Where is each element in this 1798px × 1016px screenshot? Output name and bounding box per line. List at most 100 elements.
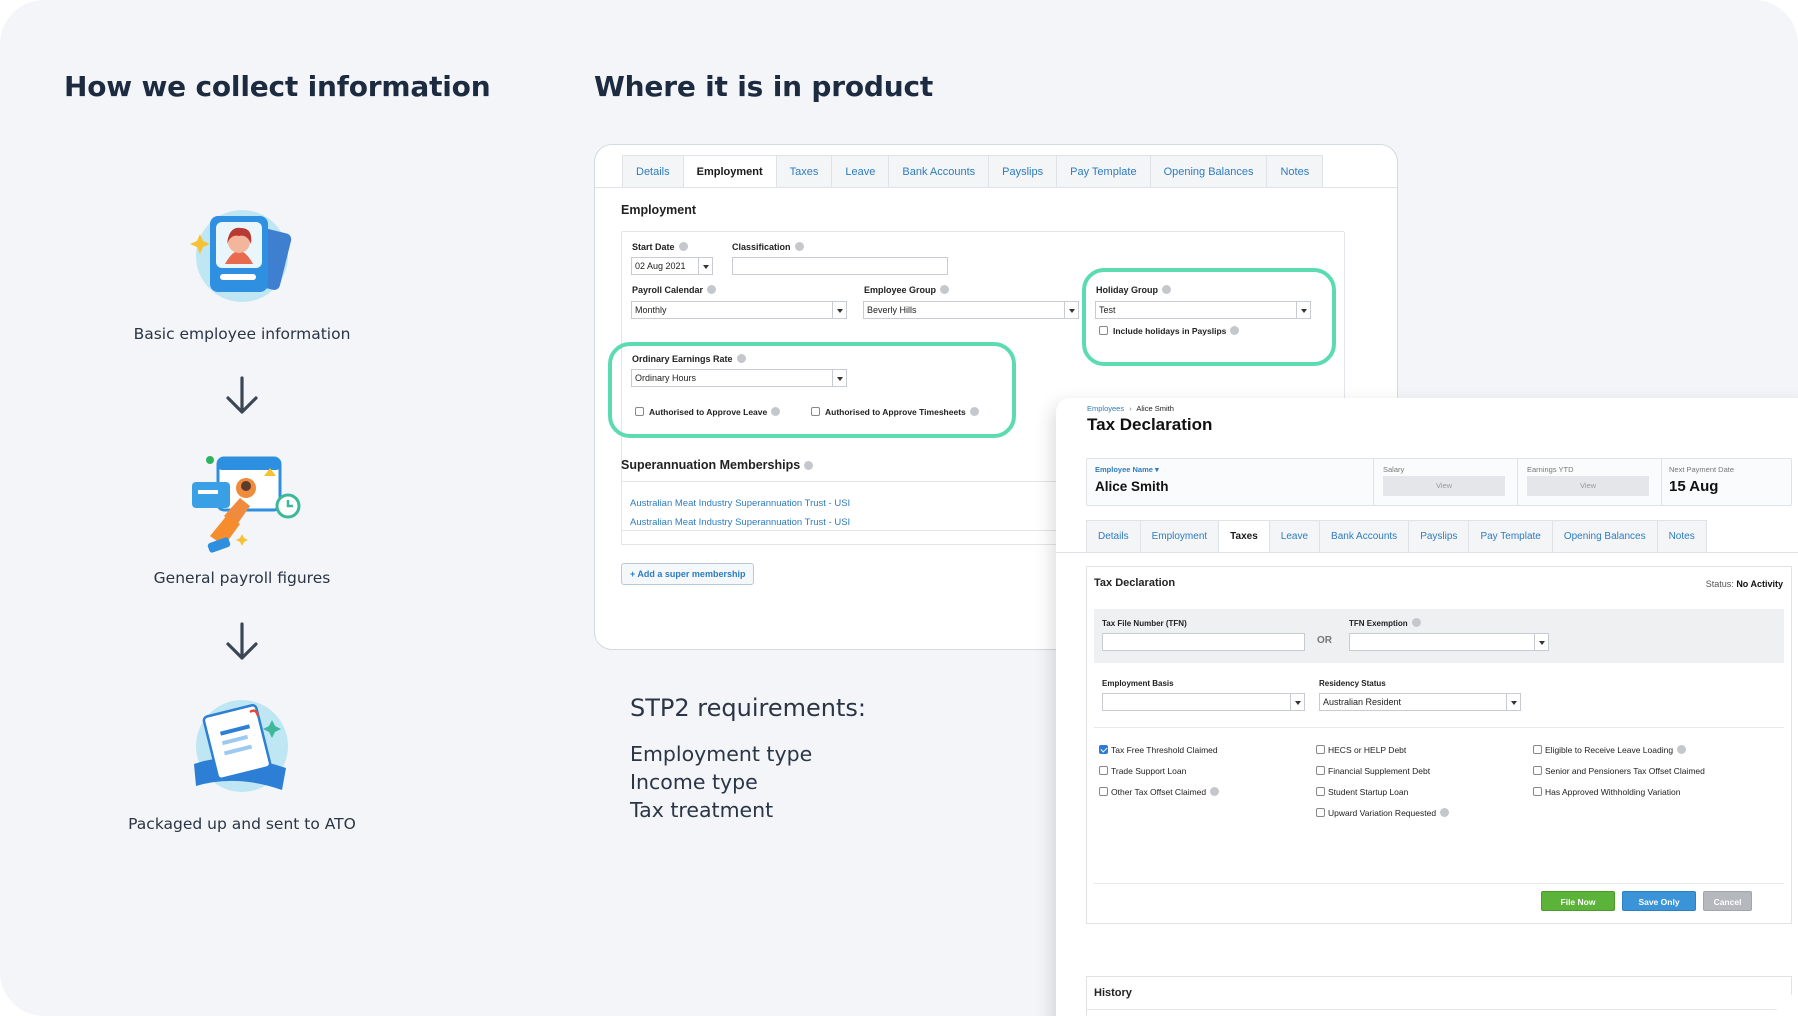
next-payment-label: Next Payment Date <box>1669 465 1735 474</box>
tab-bank-accounts[interactable]: Bank Accounts <box>1320 521 1410 552</box>
payroll-calendar-select[interactable]: Monthly <box>631 301 847 319</box>
step-basic-info: Basic employee information <box>120 204 364 344</box>
step-label: General payroll figures <box>153 569 331 587</box>
checkbox-label: Has Approved Withholding Variation <box>1545 787 1681 797</box>
tfn-input[interactable] <box>1102 633 1305 651</box>
payroll-calendar-illustration-icon <box>192 456 301 553</box>
checkbox-label: Upward Variation Requested <box>1328 808 1450 818</box>
help-icon <box>1440 808 1450 817</box>
tab-payslips[interactable]: Payslips <box>989 156 1058 187</box>
employee-name: Alice Smith <box>1095 479 1169 494</box>
upward-variation-checkbox[interactable] <box>1316 808 1325 817</box>
tab-employment[interactable]: Employment <box>1141 521 1220 552</box>
tab-taxes[interactable]: Taxes <box>1219 521 1270 552</box>
withholding-variation-checkbox[interactable] <box>1533 787 1542 796</box>
help-icon <box>1210 787 1220 796</box>
employment-basis-select[interactable] <box>1102 693 1305 711</box>
help-icon <box>678 242 688 251</box>
classification-input[interactable] <box>732 257 948 275</box>
other-tax-offset-checkbox[interactable] <box>1099 787 1108 796</box>
salary-label: Salary <box>1383 465 1405 474</box>
tab-notes[interactable]: Notes <box>1267 156 1322 187</box>
tax-free-threshold-checkbox[interactable] <box>1099 745 1108 754</box>
help-icon <box>940 285 950 294</box>
stp2-title: STP2 requirements: <box>630 694 866 722</box>
chevron-down-icon[interactable] <box>1064 302 1078 318</box>
or-label: OR <box>1317 635 1332 646</box>
earnings-ytd-label: Earnings YTD <box>1527 465 1574 474</box>
tax-tabs: Details Employment Taxes Leave Bank Acco… <box>1086 520 1707 552</box>
checkbox-label: Other Tax Offset Claimed <box>1111 787 1220 797</box>
tab-leave[interactable]: Leave <box>1270 521 1321 552</box>
arrow-down-icon <box>226 376 258 414</box>
checkbox-label: Trade Support Loan <box>1111 766 1187 776</box>
tab-pay-template[interactable]: Pay Template <box>1057 156 1151 187</box>
checkbox-label: Financial Supplement Debt <box>1328 766 1431 776</box>
super-section-title: Superannuation Memberships <box>621 458 814 472</box>
earnings-view-button[interactable]: View <box>1527 476 1649 496</box>
payroll-calendar-label: Payroll Calendar <box>632 285 717 295</box>
arrow-down-icon <box>226 622 258 660</box>
tab-opening-balances[interactable]: Opening Balances <box>1553 521 1658 552</box>
stp2-item: Employment type <box>630 742 813 766</box>
trade-support-loan-checkbox[interactable] <box>1099 766 1108 775</box>
checkbox-label: HECS or HELP Debt <box>1328 745 1407 755</box>
history-section: History <box>1086 976 1793 1016</box>
breadcrumb-current: Alice Smith <box>1136 404 1174 413</box>
residency-select[interactable]: Australian Resident <box>1319 693 1521 711</box>
tab-pay-template[interactable]: Pay Template <box>1469 521 1553 552</box>
add-super-button[interactable]: + Add a super membership <box>621 563 755 585</box>
senior-pensioners-checkbox[interactable] <box>1533 766 1542 775</box>
employee-card-illustration-icon <box>190 210 292 302</box>
checkbox-label: Tax Free Threshold Claimed <box>1111 745 1218 755</box>
holiday-group-highlight <box>1082 268 1336 366</box>
checkbox-label: Student Startup Loan <box>1328 787 1409 797</box>
start-date-field[interactable]: 02 Aug 2021 <box>631 257 713 275</box>
right-heading: Where it is in product <box>594 70 934 103</box>
step-sent-to-ato: Packaged up and sent to ATO <box>120 694 364 834</box>
help-icon <box>1677 745 1687 754</box>
file-now-button[interactable]: File Now <box>1541 891 1615 911</box>
chevron-down-icon[interactable] <box>698 258 712 274</box>
chevron-down-icon[interactable] <box>1534 634 1548 650</box>
employment-tabs: Details Employment Taxes Leave Bank Acco… <box>622 155 1324 187</box>
next-payment-value: 15 Aug <box>1669 478 1719 495</box>
tax-declaration-panel: Employees › Alice Smith Tax Declaration … <box>1056 398 1798 1016</box>
cancel-button[interactable]: Cancel <box>1703 891 1752 911</box>
tab-details[interactable]: Details <box>623 156 684 187</box>
super-membership-link[interactable]: Australian Meat Industry Superannuation … <box>630 517 850 528</box>
student-startup-checkbox[interactable] <box>1316 787 1325 796</box>
document-package-illustration-icon <box>194 700 288 792</box>
super-membership-link[interactable]: Australian Meat Industry Superannuation … <box>630 498 850 509</box>
breadcrumb-employees-link[interactable]: Employees <box>1087 404 1124 413</box>
left-heading: How we collect information <box>64 70 491 103</box>
financial-supplement-checkbox[interactable] <box>1316 766 1325 775</box>
tab-notes[interactable]: Notes <box>1658 521 1706 552</box>
step-payroll-figures: General payroll figures <box>120 448 364 588</box>
tab-leave[interactable]: Leave <box>832 156 890 187</box>
tax-declaration-box: Tax Declaration Status: No Activity Tax … <box>1086 566 1792 924</box>
stp2-item: Tax treatment <box>630 798 774 822</box>
chevron-down-icon[interactable] <box>1506 694 1520 710</box>
employee-name-dropdown[interactable]: Employee Name ▾ <box>1095 465 1159 474</box>
stp2-item: Income type <box>630 770 758 794</box>
leave-loading-checkbox[interactable] <box>1533 745 1542 754</box>
tab-employment[interactable]: Employment <box>683 156 777 187</box>
hecs-help-checkbox[interactable] <box>1316 745 1325 754</box>
slide-canvas: How we collect information Where it is i… <box>0 0 1798 1016</box>
start-date-label: Start Date <box>632 242 688 252</box>
help-icon <box>707 285 717 294</box>
tab-opening-balances[interactable]: Opening Balances <box>1151 156 1268 187</box>
save-only-button[interactable]: Save Only <box>1622 891 1696 911</box>
tab-details[interactable]: Details <box>1087 521 1141 552</box>
tab-payslips[interactable]: Payslips <box>1409 521 1470 552</box>
checkbox-label: Eligible to Receive Leave Loading <box>1545 745 1687 755</box>
tab-taxes[interactable]: Taxes <box>777 156 833 187</box>
tab-bank-accounts[interactable]: Bank Accounts <box>889 156 990 187</box>
chevron-down-icon[interactable] <box>832 302 846 318</box>
salary-view-button[interactable]: View <box>1383 476 1505 496</box>
chevron-down-icon[interactable] <box>1290 694 1304 710</box>
ordinary-rate-highlight <box>608 342 1016 438</box>
tfn-exemption-select[interactable] <box>1349 633 1549 651</box>
employee-group-select[interactable]: Beverly Hills <box>863 301 1079 319</box>
